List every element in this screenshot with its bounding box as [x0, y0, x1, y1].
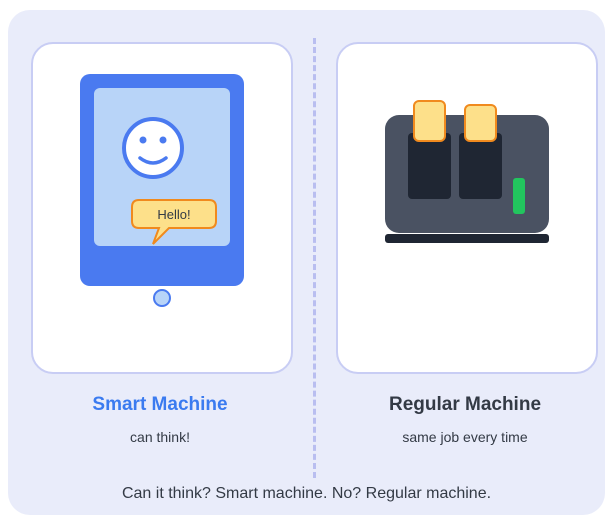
regular-machine-title: Regular Machine: [388, 394, 542, 415]
speech-text: Hello!: [157, 207, 190, 222]
toast-slice-icon: [413, 100, 446, 142]
power-indicator: [513, 178, 525, 214]
smart-machine-subtitle: can think!: [130, 429, 190, 445]
toast-slice-icon: [464, 104, 497, 142]
smart-machine-card: Hello!: [31, 42, 293, 374]
toaster-slot: [408, 133, 451, 199]
summary-caption: Can it think? Smart machine. No? Regular…: [121, 485, 492, 502]
toaster-slot: [459, 133, 502, 199]
home-button-icon: [153, 289, 171, 307]
tablet-icon: Hello!: [80, 74, 244, 307]
dashed-divider: [313, 38, 316, 478]
toaster-base: [385, 234, 549, 243]
smart-machine-title: Smart Machine: [92, 394, 228, 415]
toaster-icon: [385, 100, 549, 243]
smiley-face-icon: [122, 117, 184, 179]
regular-machine-card: [336, 42, 598, 374]
regular-machine-subtitle: same job every time: [402, 429, 528, 445]
